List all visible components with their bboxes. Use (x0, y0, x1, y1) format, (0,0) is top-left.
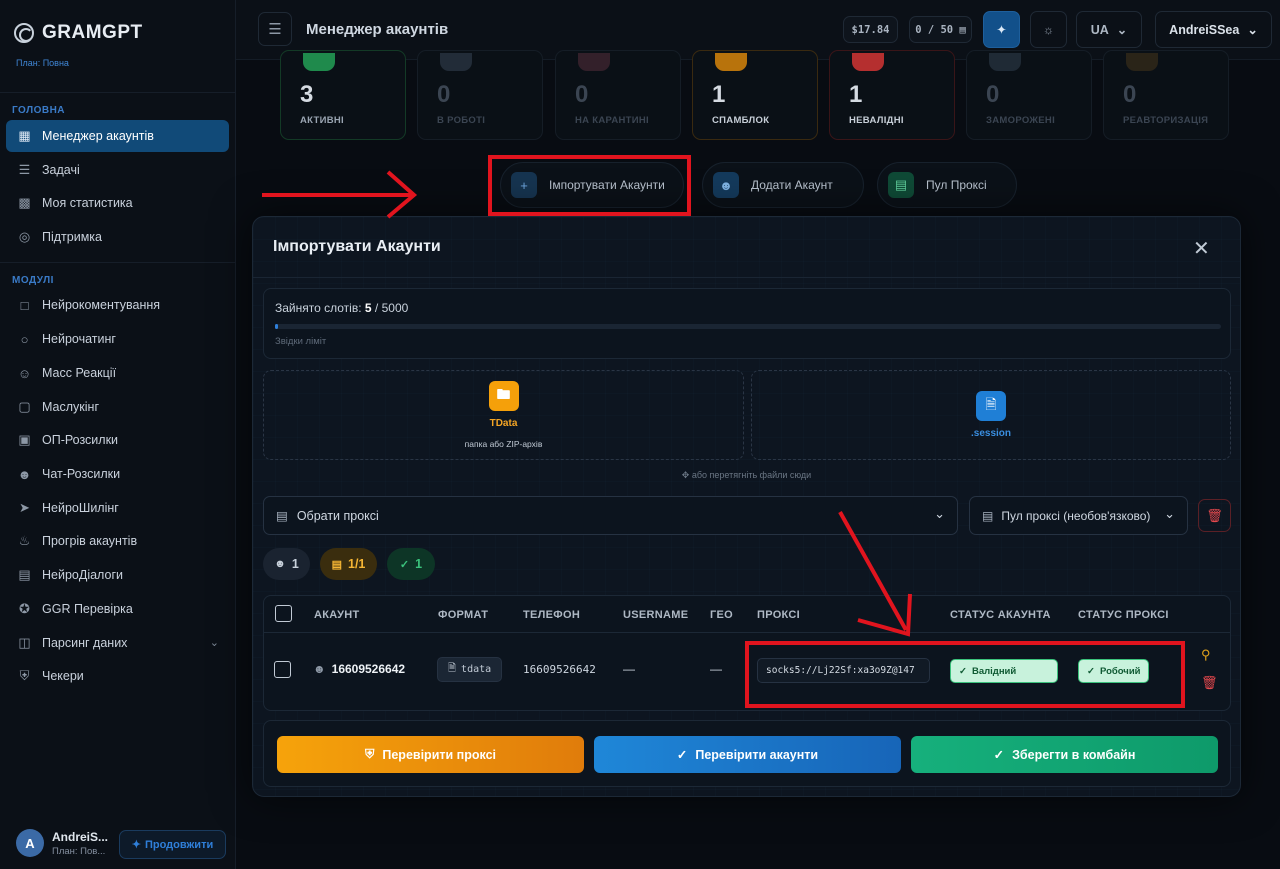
highlight-proxy-row (745, 641, 1185, 708)
annotation-arrows (262, 170, 912, 637)
arrow-to-import-icon (262, 170, 418, 219)
arrow-to-proxy-icon (838, 511, 912, 637)
